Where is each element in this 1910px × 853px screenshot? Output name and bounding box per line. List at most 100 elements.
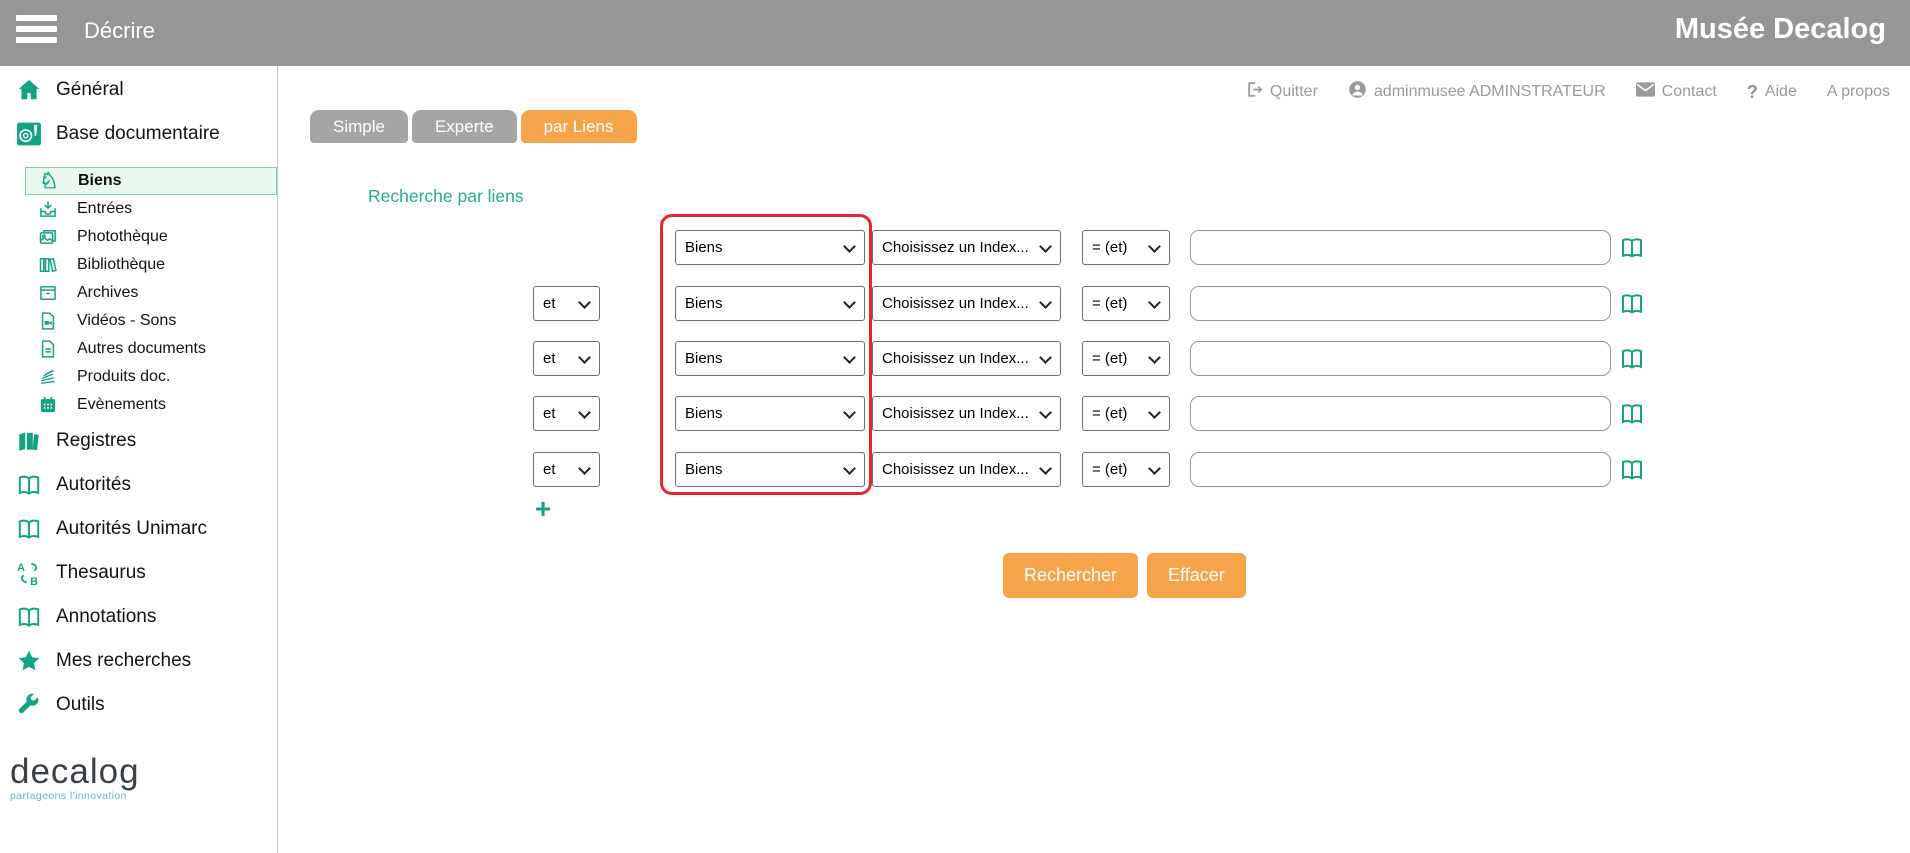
sidebar-item-base-documentaire[interactable]: Base documentaire — [0, 112, 277, 156]
page-title: Décrire — [84, 18, 155, 44]
comparator-select[interactable]: = (et) — [1082, 286, 1170, 321]
lexicon-book-icon[interactable] — [1620, 293, 1644, 315]
comparator-select[interactable]: = (et) — [1082, 396, 1170, 431]
search-row-4: et Biens Choisissez un Index... = (et) — [0, 396, 1910, 431]
books-icon — [15, 428, 42, 455]
search-row-3: et Biens Choisissez un Index... = (et) — [0, 341, 1910, 376]
sidebar-item-biens[interactable]: ♘ Biens — [25, 167, 277, 195]
calendar-icon — [37, 394, 59, 416]
index-select[interactable]: Choisissez un Index... — [872, 396, 1061, 431]
sidebar-item-produits-doc[interactable]: Produits doc. — [25, 363, 277, 391]
base-documentaire-sublist: ♘ Biens Entrées Photothèque Bibliothèque… — [0, 167, 277, 419]
add-row-button[interactable]: + — [531, 496, 555, 522]
wrench-icon — [15, 692, 42, 719]
photo-icon — [37, 226, 59, 248]
comparator-select[interactable]: = (et) — [1082, 230, 1170, 265]
search-value-input[interactable] — [1190, 286, 1611, 321]
open-book-icon — [15, 472, 42, 499]
lexicon-book-icon[interactable] — [1620, 237, 1644, 259]
quitter-link[interactable]: Quitter — [1246, 81, 1318, 103]
star-icon — [15, 648, 42, 675]
video-document-icon — [37, 310, 59, 332]
section-title: Recherche par liens — [368, 186, 524, 207]
index-select[interactable]: Choisissez un Index... — [872, 452, 1061, 487]
sidebar-item-phototheque[interactable]: Photothèque — [25, 223, 277, 251]
search-value-input[interactable] — [1190, 396, 1611, 431]
sidebar-item-archives[interactable]: Archives — [25, 279, 277, 307]
search-row-2: et Biens Choisissez un Index... = (et) — [0, 286, 1910, 321]
source-select[interactable]: Biens — [675, 396, 865, 431]
search-value-input[interactable] — [1190, 341, 1611, 376]
contact-link[interactable]: Contact — [1636, 82, 1717, 102]
svg-text:B: B — [30, 576, 38, 586]
translate-ab-icon: AB — [15, 560, 42, 587]
source-select[interactable]: Biens — [675, 230, 865, 265]
search-value-input[interactable] — [1190, 230, 1611, 265]
rechercher-button[interactable]: Rechercher — [1003, 553, 1138, 598]
logout-icon — [1246, 81, 1263, 103]
sidebar-item-videos-sons[interactable]: Vidéos - Sons — [25, 307, 277, 335]
chess-knight-icon: ♘ — [38, 170, 60, 192]
archive-box-icon — [37, 282, 59, 304]
index-select[interactable]: Choisissez un Index... — [872, 341, 1061, 376]
tab-simple[interactable]: Simple — [310, 110, 408, 143]
tab-par-liens[interactable]: par Liens — [521, 110, 637, 143]
question-mark-icon: ? — [1747, 82, 1758, 103]
lexicon-book-icon[interactable] — [1620, 348, 1644, 370]
sidebar: Général Base documentaire ♘ Biens Entrée… — [0, 66, 278, 853]
decalog-logo-text: decalog — [10, 754, 140, 789]
sidebar-item-outils[interactable]: Outils — [0, 683, 277, 727]
decalog-tagline: partageons l'innovation — [10, 790, 140, 802]
source-select[interactable]: Biens — [675, 452, 865, 487]
sidebar-item-mes-recherches[interactable]: Mes recherches — [0, 639, 277, 683]
operator-select[interactable]: et — [533, 341, 600, 376]
utility-bar: Quitter adminmusee ADMINSTRATEUR Contact… — [1246, 80, 1890, 104]
sidebar-item-entrees[interactable]: Entrées — [25, 195, 277, 223]
lexicon-book-icon[interactable] — [1620, 459, 1644, 481]
comparator-select[interactable]: = (et) — [1082, 452, 1170, 487]
aide-link[interactable]: ? Aide — [1747, 82, 1797, 103]
index-select[interactable]: Choisissez un Index... — [872, 230, 1061, 265]
decalog-logo: decalog partageons l'innovation — [10, 754, 140, 802]
form-actions: Rechercher Effacer — [1003, 553, 1246, 598]
sidebar-item-autres-documents[interactable]: Autres documents — [25, 335, 277, 363]
source-select[interactable]: Biens — [675, 341, 865, 376]
user-icon — [1348, 80, 1367, 104]
open-book-icon — [15, 516, 42, 543]
database-icon — [15, 121, 42, 148]
sidebar-item-autorites-unimarc[interactable]: Autorités Unimarc — [0, 507, 277, 551]
topbar: Décrire Musée Decalog — [0, 0, 1910, 66]
operator-select[interactable]: et — [533, 286, 600, 321]
operator-select[interactable]: et — [533, 452, 600, 487]
apropos-link[interactable]: A propos — [1827, 83, 1890, 101]
sidebar-item-registres[interactable]: Registres — [0, 419, 277, 463]
sidebar-item-annotations[interactable]: Annotations — [0, 595, 277, 639]
envelope-icon — [1636, 82, 1655, 102]
user-account[interactable]: adminmusee ADMINSTRATEUR — [1348, 80, 1606, 104]
index-select[interactable]: Choisissez un Index... — [872, 286, 1061, 321]
sidebar-item-bibliotheque[interactable]: Bibliothèque — [25, 251, 277, 279]
search-value-input[interactable] — [1190, 452, 1611, 487]
source-select[interactable]: Biens — [675, 286, 865, 321]
svg-text:A: A — [17, 562, 25, 574]
document-icon — [37, 338, 59, 360]
home-icon — [15, 77, 42, 104]
effacer-button[interactable]: Effacer — [1147, 553, 1246, 598]
tab-experte[interactable]: Experte — [412, 110, 517, 143]
brand-title: Musée Decalog — [1675, 13, 1886, 46]
sidebar-item-general[interactable]: Général — [0, 68, 277, 112]
sidebar-item-autorites[interactable]: Autorités — [0, 463, 277, 507]
search-row-1: Biens Choisissez un Index... = (et) — [0, 230, 1910, 265]
operator-select[interactable]: et — [533, 396, 600, 431]
sidebar-item-thesaurus[interactable]: AB Thesaurus — [0, 551, 277, 595]
sidebar-item-evenements[interactable]: Evènements — [25, 391, 277, 419]
inbox-arrow-icon — [37, 198, 59, 220]
library-books-icon — [37, 254, 59, 276]
search-row-5: et Biens Choisissez un Index... = (et) — [0, 452, 1910, 487]
open-book-icon — [15, 604, 42, 631]
menu-hamburger-icon[interactable] — [16, 15, 57, 44]
comparator-select[interactable]: = (et) — [1082, 341, 1170, 376]
search-tabs: Simple Experte par Liens — [310, 110, 637, 143]
fanned-papers-icon — [37, 366, 59, 388]
lexicon-book-icon[interactable] — [1620, 403, 1644, 425]
